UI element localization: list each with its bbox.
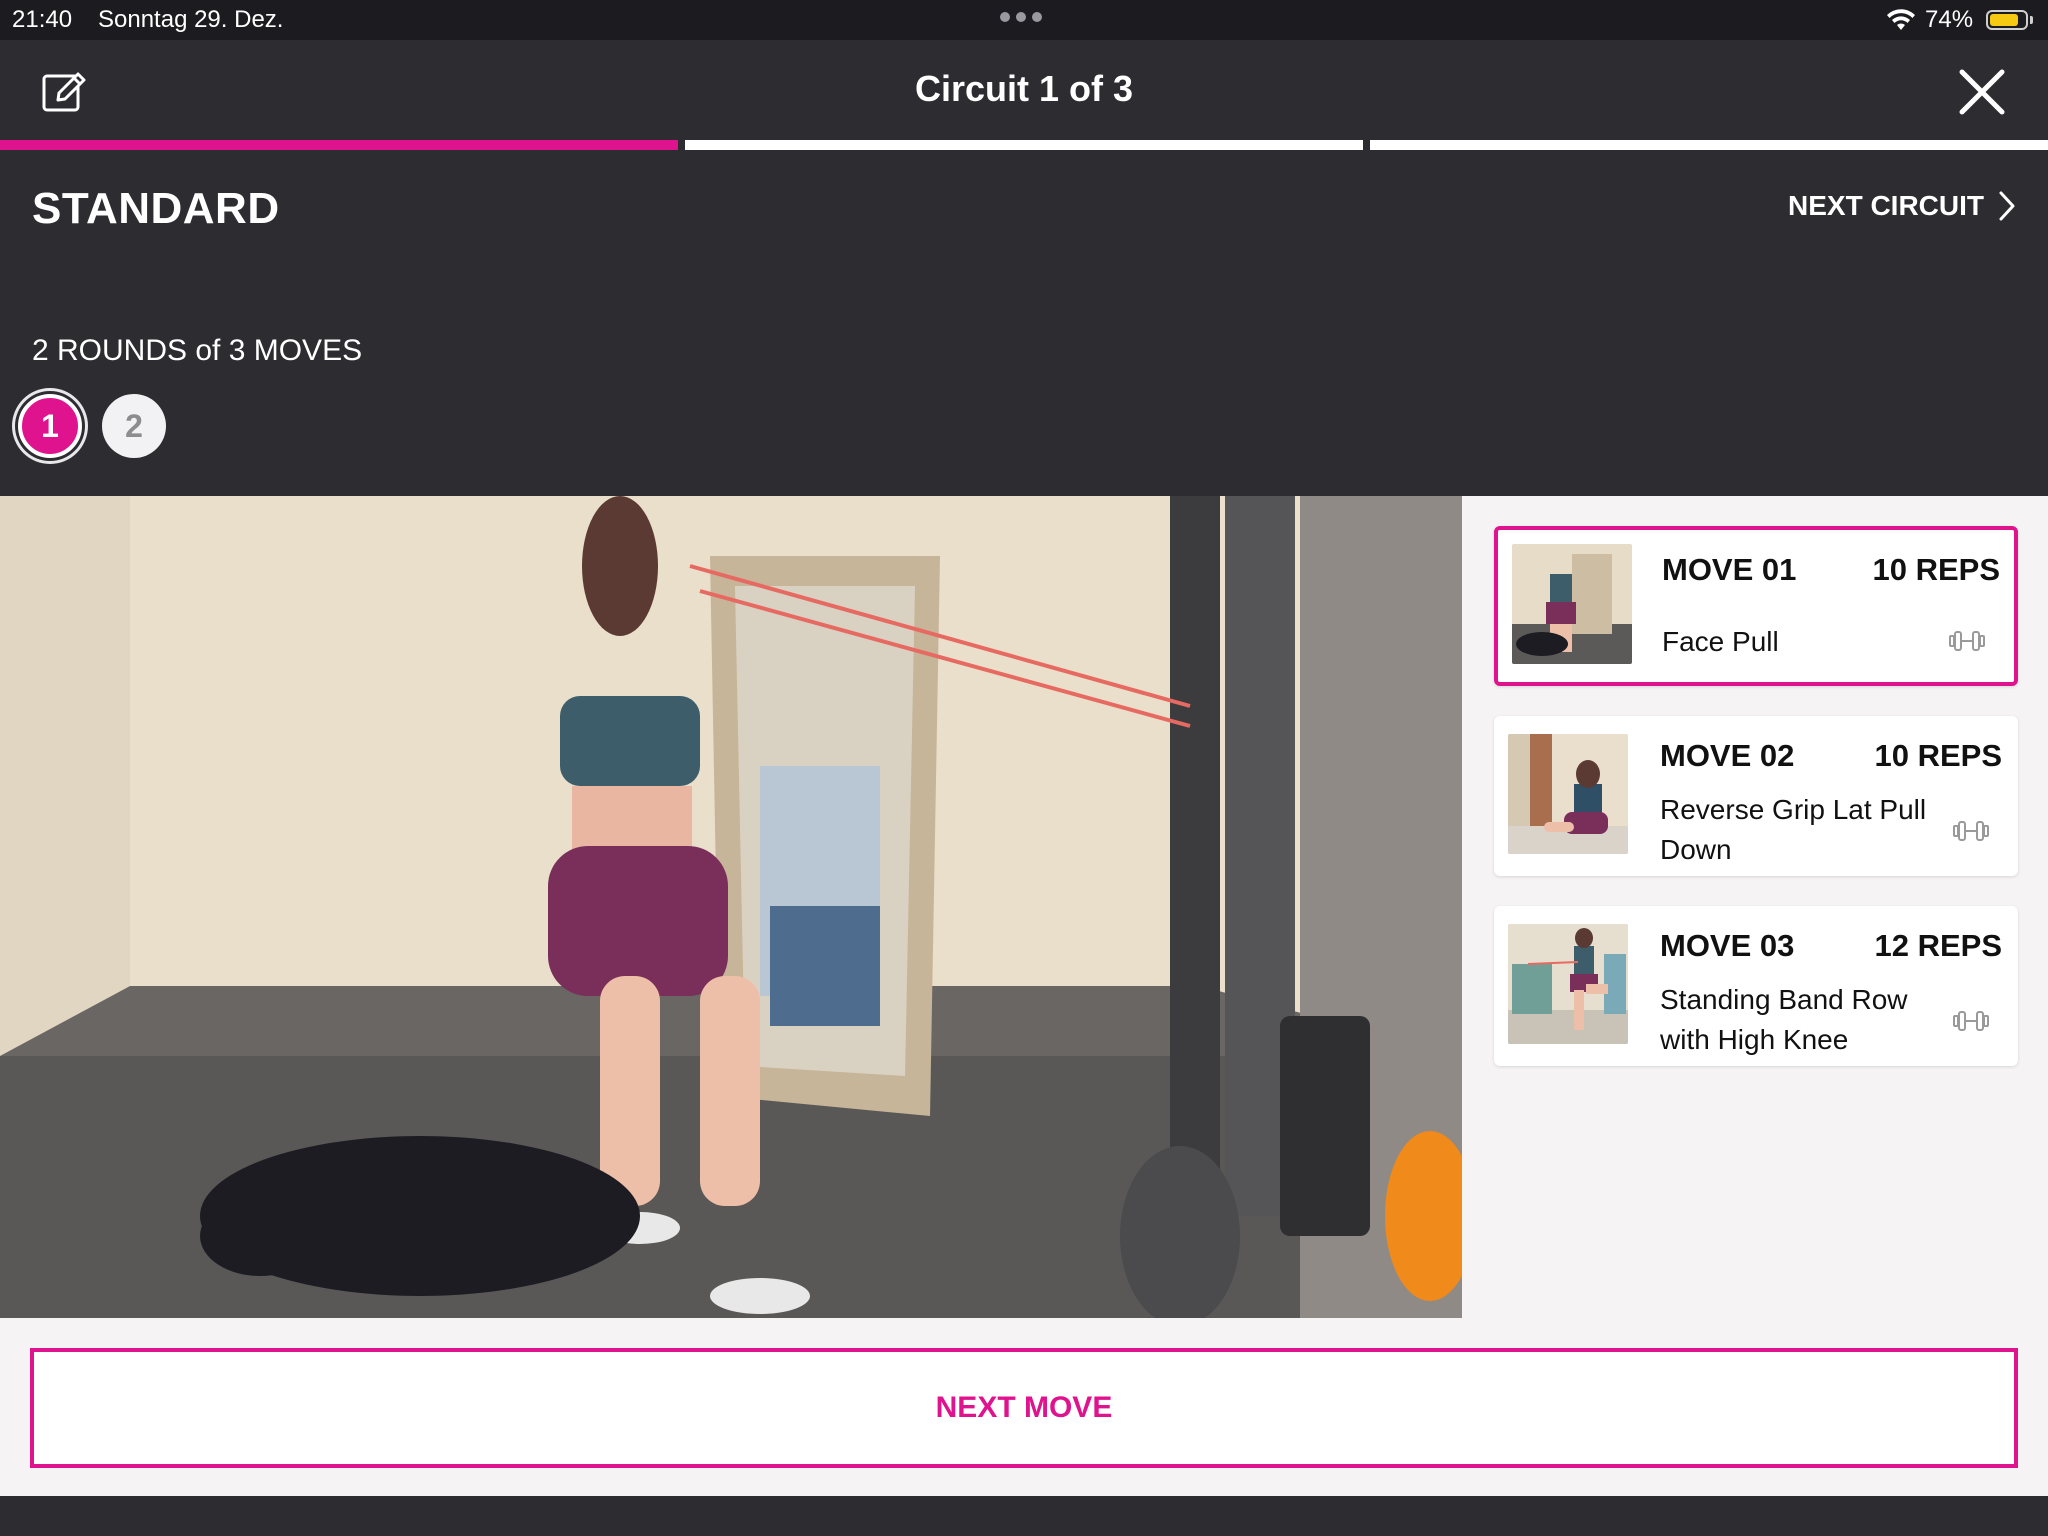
move-reps: 10 REPS bbox=[1872, 552, 2000, 587]
status-time: 21:40 bbox=[12, 6, 73, 33]
page-title: Circuit 1 of 3 bbox=[914, 68, 1134, 109]
dumbbell-icon bbox=[1953, 1011, 1989, 1031]
wifi-icon bbox=[1887, 9, 1915, 30]
next-circuit-label: NEXT CIRCUIT bbox=[1788, 190, 1984, 221]
progress-segment-2 bbox=[685, 140, 1363, 150]
round-1-button[interactable]: 1 bbox=[18, 394, 82, 458]
chevron-right-icon bbox=[1999, 191, 2015, 221]
move-number: MOVE 03 bbox=[1660, 928, 1795, 963]
move-card-2[interactable]: MOVE 02 10 REPS Reverse Grip Lat Pull Do… bbox=[1494, 716, 2018, 876]
circuit-name: STANDARD bbox=[32, 184, 280, 233]
dumbbell-icon bbox=[1953, 821, 1989, 841]
move-card-3[interactable]: MOVE 03 12 REPS Standing Band Row with H… bbox=[1494, 906, 2018, 1066]
battery-percent: 74% bbox=[1925, 6, 1974, 33]
exercise-video[interactable] bbox=[0, 496, 1462, 1318]
main-content: MOVE 01 10 REPS Face Pull MOVE 02 10 REP… bbox=[0, 496, 2048, 1496]
battery-icon bbox=[1986, 10, 2028, 30]
close-icon bbox=[1959, 69, 2005, 115]
move-reps: 12 REPS bbox=[1874, 928, 2002, 963]
move-number: MOVE 01 bbox=[1662, 552, 1797, 587]
status-date: Sonntag 29. Dez. bbox=[98, 6, 284, 33]
close-button[interactable] bbox=[1956, 66, 2008, 118]
round-2-button[interactable]: 2 bbox=[102, 394, 166, 458]
status-bar: 21:40 Sonntag 29. Dez. 74% bbox=[0, 0, 2048, 40]
move-thumbnail bbox=[1508, 734, 1628, 854]
move-thumbnail bbox=[1508, 924, 1628, 1044]
move-number: MOVE 02 bbox=[1660, 738, 1795, 773]
circuit-progress bbox=[0, 140, 2048, 150]
move-thumbnail bbox=[1512, 544, 1632, 664]
move-name: Reverse Grip Lat Pull Down bbox=[1660, 794, 1927, 865]
header: Circuit 1 of 3 bbox=[0, 40, 2048, 140]
exercise-video-frame bbox=[0, 496, 1462, 1318]
progress-segment-3 bbox=[1370, 140, 2048, 150]
bottom-bar bbox=[0, 1496, 2048, 1536]
move-reps: 10 REPS bbox=[1874, 738, 2002, 773]
next-move-button[interactable]: NEXT MOVE bbox=[30, 1348, 2018, 1468]
dumbbell-icon bbox=[1949, 631, 1985, 651]
multitasking-dots-icon[interactable] bbox=[1000, 12, 1042, 22]
move-name: Face Pull bbox=[1662, 626, 1779, 657]
move-card-1[interactable]: MOVE 01 10 REPS Face Pull bbox=[1494, 526, 2018, 686]
next-circuit-button[interactable]: NEXT CIRCUIT bbox=[1788, 190, 2016, 222]
rounds-summary: 2 ROUNDS of 3 MOVES bbox=[32, 334, 363, 367]
move-name: Standing Band Row with High Knee bbox=[1660, 984, 1908, 1055]
progress-segment-1 bbox=[0, 140, 678, 150]
battery-nub bbox=[2030, 16, 2033, 24]
